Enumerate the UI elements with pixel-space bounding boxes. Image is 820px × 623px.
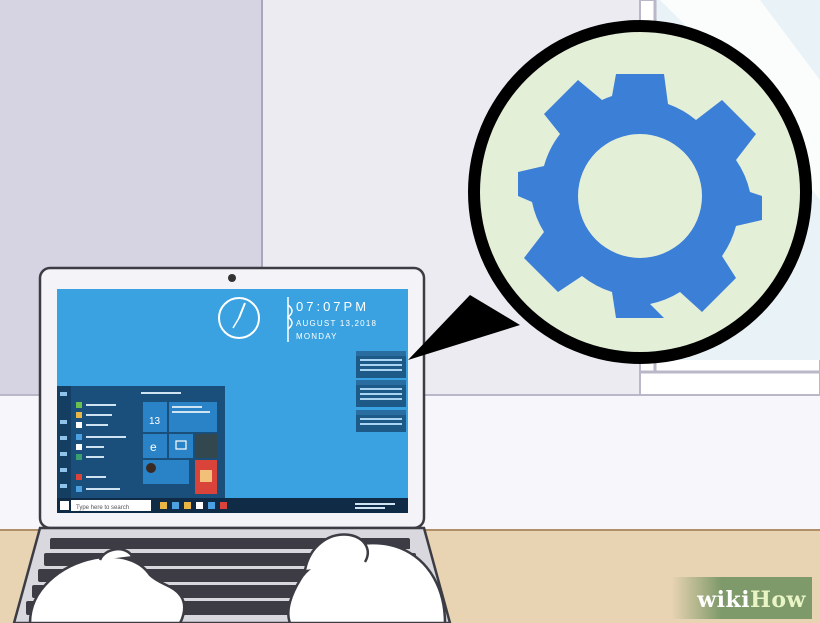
wikihow-logo-suffix: How <box>750 587 806 613</box>
system-monitor-widget <box>356 351 406 432</box>
taskbar: Type here to search <box>57 498 408 513</box>
photos-tile[interactable] <box>169 434 193 458</box>
desktop-clock-time: 07:07PM <box>296 299 369 314</box>
start-tiles: 13 e <box>141 392 217 494</box>
start-button[interactable] <box>60 501 69 510</box>
start-menu: 13 e <box>57 386 225 498</box>
webcam <box>228 274 236 282</box>
desktop-clock-date: AUGUST 13,2018 <box>296 319 377 328</box>
taskbar-search-placeholder: Type here to search <box>76 505 129 511</box>
illustration: 07:07PM AUGUST 13,2018 MONDAY 13 e Type … <box>0 0 820 623</box>
edge-icon: e <box>150 440 157 454</box>
wikihow-logo-prefix: wiki <box>697 587 751 613</box>
desktop-clock-day: MONDAY <box>296 332 338 341</box>
calendar-tile-day: 13 <box>149 416 161 427</box>
wikihow-logo: wikiHow <box>697 587 806 613</box>
laptop: 07:07PM AUGUST 13,2018 MONDAY 13 e Type … <box>12 266 452 623</box>
